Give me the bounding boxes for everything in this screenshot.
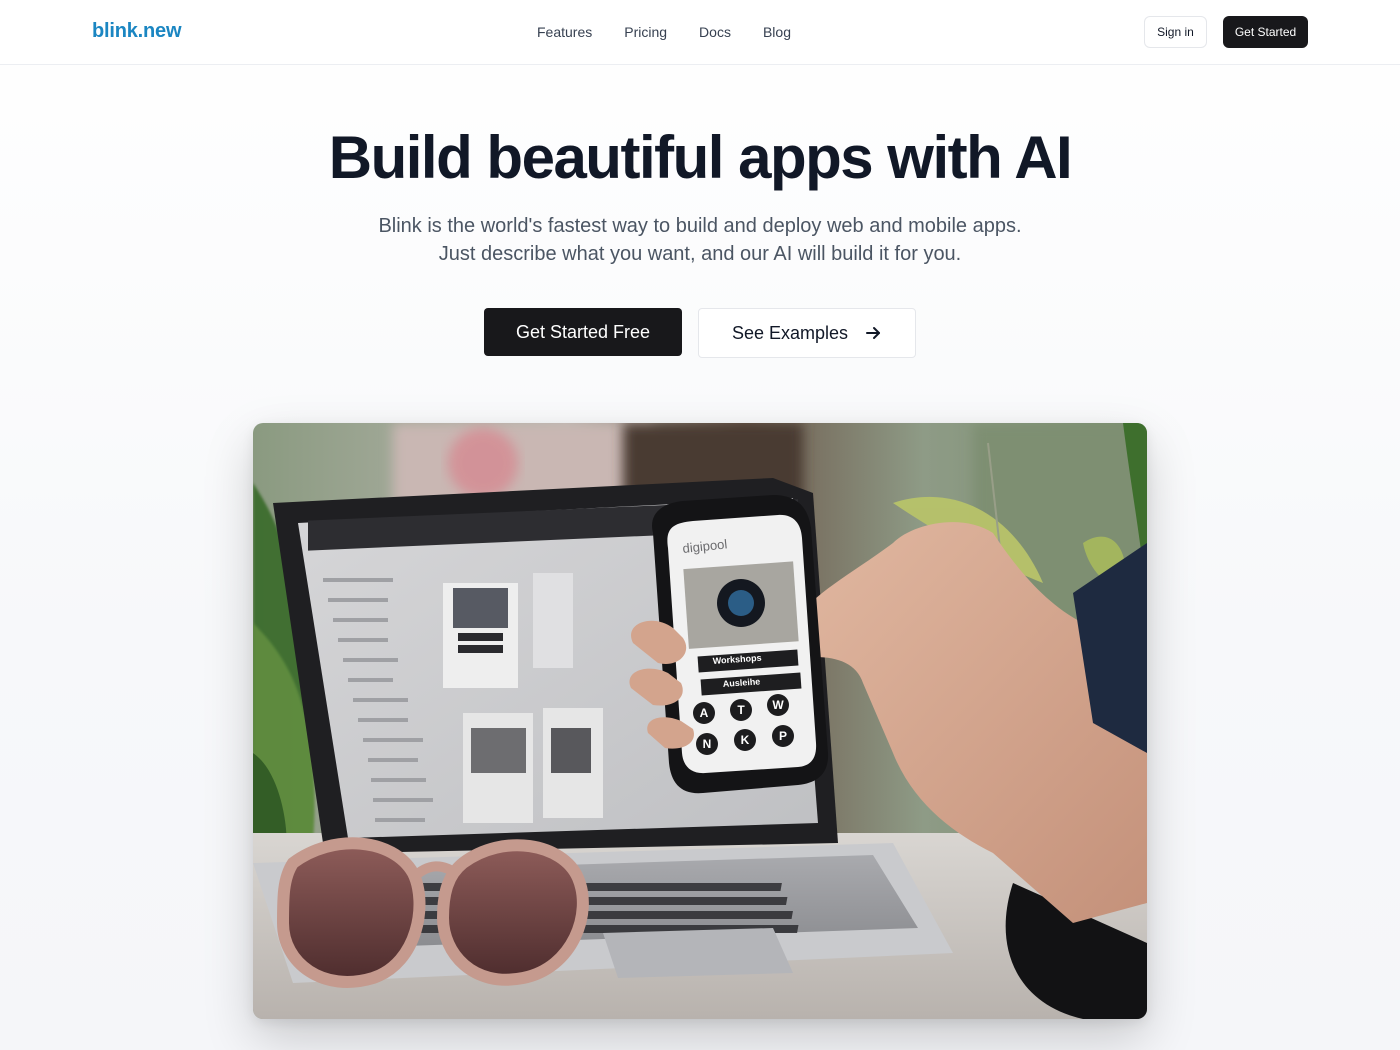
main-nav: Features Pricing Docs Blog	[521, 22, 807, 42]
get-started-button[interactable]: Get Started	[1223, 16, 1308, 48]
nav-link-pricing[interactable]: Pricing	[608, 22, 683, 42]
phone-icon-a: A	[700, 706, 709, 720]
site-header: blink.new Features Pricing Docs Blog Sig…	[0, 0, 1400, 65]
nav-link-blog[interactable]: Blog	[747, 22, 807, 42]
phone-icon-w: W	[772, 698, 784, 712]
phone-icon-k: K	[741, 733, 750, 747]
hero-subtitle-line-1: Blink is the world's fastest way to buil…	[378, 215, 1022, 237]
hero-image: digipool Workshops Ausleihe A T W N K P	[253, 423, 1147, 1019]
hero-subtitle: Blink is the world's fastest way to buil…	[350, 212, 1050, 268]
get-started-free-button[interactable]: Get Started Free	[484, 308, 682, 356]
see-examples-button[interactable]: See Examples	[698, 308, 916, 358]
logo[interactable]: blink.new	[92, 20, 182, 43]
phone-icon-n: N	[703, 737, 712, 751]
sign-in-button[interactable]: Sign in	[1144, 16, 1207, 48]
hero-photo: digipool Workshops Ausleihe A T W N K P	[253, 423, 1147, 1019]
nav-link-docs[interactable]: Docs	[683, 22, 747, 42]
hero-title: Build beautiful apps with AI	[328, 124, 1073, 191]
phone-icon-p: P	[779, 729, 787, 743]
nav-link-features[interactable]: Features	[521, 22, 608, 42]
hero-subtitle-line-2: Just describe what you want, and our AI …	[438, 243, 962, 265]
see-examples-label: See Examples	[731, 322, 849, 343]
arrow-right-icon	[864, 324, 882, 342]
phone-icon-t: T	[737, 703, 745, 717]
